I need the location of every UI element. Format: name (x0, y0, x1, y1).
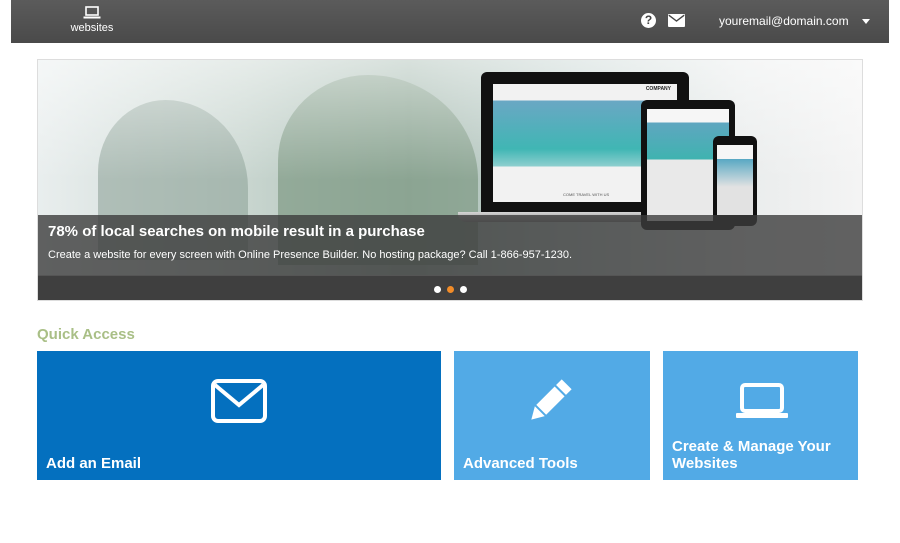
add-email-label: Add an Email (46, 455, 142, 472)
add-email-tile[interactable]: Add an Email (37, 351, 441, 480)
phone-device-image (713, 136, 757, 226)
advanced-tools-label: Advanced Tools (463, 455, 578, 472)
create-manage-websites-tile[interactable]: Create & Manage Your Websites (663, 351, 858, 480)
device-screen-brand: COMPANY (645, 86, 671, 92)
advanced-tools-tile[interactable]: Advanced Tools (454, 351, 650, 480)
quick-access-title: Quick Access (37, 326, 135, 343)
envelope-icon[interactable] (668, 14, 685, 27)
nav-websites-label: websites (70, 22, 114, 34)
nav-websites[interactable]: websites (57, 4, 127, 40)
top-nav-bar: websites ? youremail@domain.com (11, 0, 889, 43)
create-manage-websites-label: Create & Manage Your Websites (672, 438, 831, 472)
carousel-dot-3[interactable] (460, 286, 467, 293)
banner-subtext: Create a website for every screen with O… (48, 249, 573, 261)
user-account-menu[interactable]: youremail@domain.com (719, 14, 870, 28)
user-email: youremail@domain.com (719, 14, 849, 28)
banner-headline: 78% of local searches on mobile result i… (48, 223, 425, 240)
device-screen-tagline: COME TRAVEL WITH US (563, 192, 610, 197)
carousel-pagination (38, 275, 862, 300)
question-circle-icon[interactable]: ? (641, 13, 656, 28)
laptop-icon (83, 6, 101, 19)
carousel-dot-1[interactable] (434, 286, 441, 293)
chevron-down-icon (861, 19, 870, 25)
laptop-icon (736, 383, 788, 418)
carousel-dot-2[interactable] (447, 286, 454, 293)
banner-caption: 78% of local searches on mobile result i… (38, 215, 862, 275)
envelope-icon (211, 379, 267, 423)
promo-banner[interactable]: COMPANY COME TRAVEL WITH US 78% of local… (37, 59, 863, 301)
pencil-icon (531, 379, 572, 420)
